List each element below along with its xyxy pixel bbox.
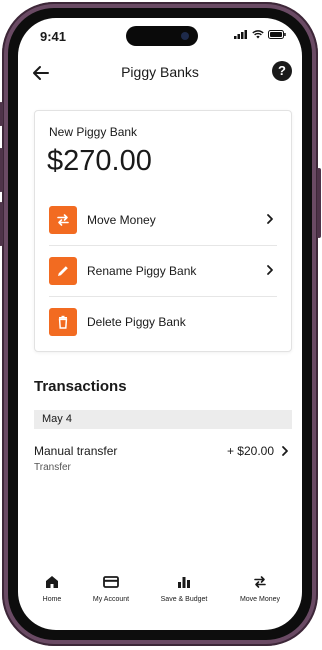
home-icon xyxy=(46,576,58,588)
nav-my-account[interactable]: My Account xyxy=(86,574,136,603)
transactions-heading: Transactions xyxy=(34,378,127,395)
dynamic-island xyxy=(126,26,198,46)
swap-arrows-icon xyxy=(254,576,266,588)
screen: 9:41 Piggy Banks ? New Piggy Bank $270.0… xyxy=(18,18,302,630)
move-money-action[interactable]: Move Money xyxy=(49,196,277,246)
bar-chart-icon xyxy=(178,577,190,588)
nav-home-label: Home xyxy=(42,596,62,603)
piggy-bank-name: New Piggy Bank xyxy=(49,125,138,139)
wifi-icon xyxy=(252,30,264,39)
date-group-header: May 4 xyxy=(34,410,292,429)
swap-arrows-icon xyxy=(57,214,69,226)
rename-label: Rename Piggy Bank xyxy=(87,264,197,278)
nav-save-budget-label: Save & Budget xyxy=(160,596,208,603)
volume-down-button xyxy=(0,202,3,246)
signal-icon xyxy=(234,30,247,39)
transaction-title: Manual transfer xyxy=(34,444,118,458)
divider xyxy=(49,245,277,246)
nav-move-money-label: Move Money xyxy=(239,596,281,603)
delete-label: Delete Piggy Bank xyxy=(87,315,186,329)
move-money-tile xyxy=(49,206,77,234)
delete-piggy-bank-action[interactable]: Delete Piggy Bank xyxy=(49,298,277,348)
chevron-right-icon xyxy=(282,446,288,456)
delete-tile xyxy=(49,308,77,336)
help-icon[interactable]: ? xyxy=(272,61,292,81)
rename-piggy-bank-action[interactable]: Rename Piggy Bank xyxy=(49,247,277,297)
status-icons xyxy=(234,30,286,39)
pencil-icon xyxy=(58,266,68,276)
transaction-row[interactable]: Manual transfer Transfer + $20.00 xyxy=(34,442,292,478)
nav-home[interactable]: Home xyxy=(32,574,72,603)
card-icon xyxy=(103,576,119,588)
nav-save-budget[interactable]: Save & Budget xyxy=(156,574,212,603)
chevron-right-icon xyxy=(267,265,273,275)
battery-icon xyxy=(268,30,286,39)
camera-icon xyxy=(181,32,189,40)
nav-move-money[interactable]: Move Money xyxy=(232,574,288,603)
piggy-bank-card: New Piggy Bank $270.00 Move Money Rename… xyxy=(34,110,292,352)
move-money-label: Move Money xyxy=(87,213,156,227)
app-header: Piggy Banks ? xyxy=(18,58,302,88)
volume-up-button xyxy=(0,148,3,192)
divider xyxy=(49,296,277,297)
transaction-type: Transfer xyxy=(34,462,71,473)
nav-my-account-label: My Account xyxy=(92,596,130,603)
trash-icon xyxy=(58,315,68,329)
rename-tile xyxy=(49,257,77,285)
page-title: Piggy Banks xyxy=(121,64,199,80)
phone-frame: 9:41 Piggy Banks ? New Piggy Bank $270.0… xyxy=(0,2,321,646)
status-time: 9:41 xyxy=(40,29,67,44)
mute-switch xyxy=(0,102,3,126)
bottom-navigation: Home My Account Save & Budget Move Money xyxy=(18,574,302,614)
chevron-right-icon xyxy=(267,214,273,224)
power-button xyxy=(317,168,321,238)
piggy-bank-balance: $270.00 xyxy=(47,145,152,177)
transaction-amount: + $20.00 xyxy=(226,444,274,458)
